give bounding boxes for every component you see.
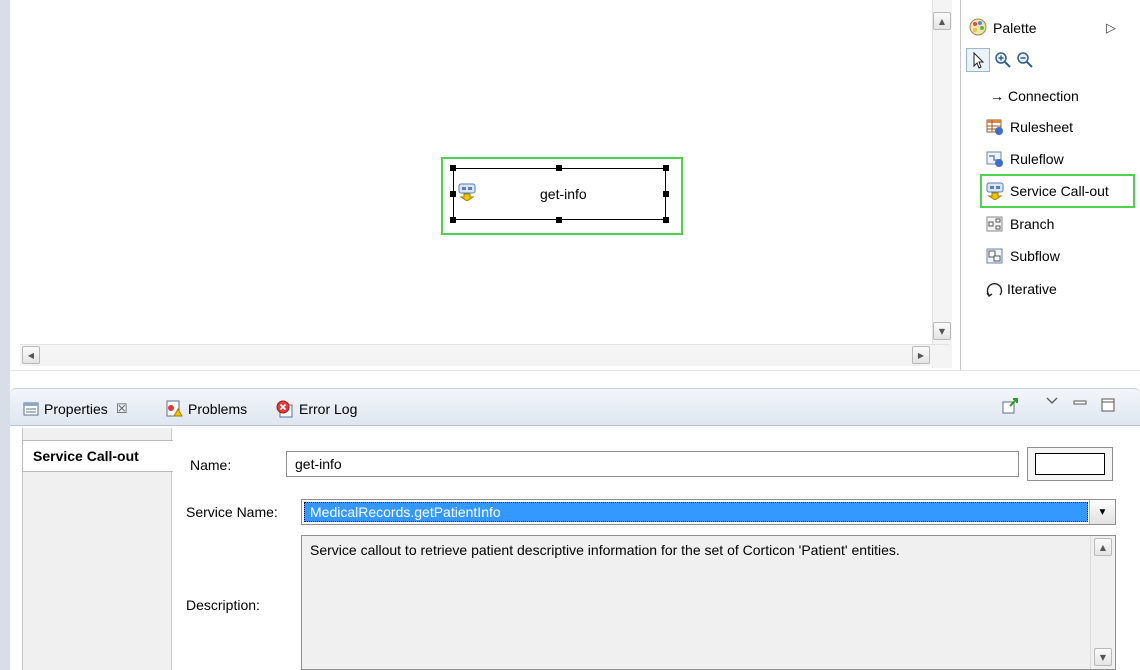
section-tab-service-callout[interactable]: Service Call-out [22,440,173,472]
minimize-icon[interactable] [1073,396,1087,410]
tab-label: Problems [188,401,248,417]
arrow-right-icon: → [990,88,1004,104]
error-log-icon [276,400,293,418]
palette-item-iterative[interactable]: Iterative [1007,277,1057,301]
iterative-icon [986,283,1003,297]
scroll-left-button[interactable]: ◀ [22,346,40,364]
palette-item-label: Connection [1008,88,1079,104]
service-callout-icon [986,182,1004,200]
resize-handle[interactable] [450,191,456,197]
problems-icon [166,400,183,417]
service-callout-icon [458,183,476,201]
properties-icon [23,402,39,416]
canvas-horizontal-scrollbar[interactable]: ◀ ▶ [20,344,950,366]
palette-item-connection[interactable]: → Connection [990,84,1079,108]
ruleflow-icon [986,151,1003,167]
description-label: Description: [186,597,260,613]
rulesheet-icon [986,119,1003,135]
view-menu-icon[interactable] [1045,394,1059,408]
palette-item-subflow[interactable]: Subflow [1010,244,1060,268]
palette-item-service-callout[interactable]: Service Call-out [1010,179,1109,203]
scroll-up-button[interactable]: ▲ [933,12,951,30]
palette-icon [969,18,987,36]
description-scrollbar[interactable]: ▲ ▼ [1090,536,1115,669]
palette-item-label: Iterative [1007,281,1057,297]
palette-title: Palette [993,20,1037,36]
tab-label: Properties [44,401,108,417]
scroll-right-button[interactable]: ▶ [912,346,930,364]
canvas-vertical-scrollbar[interactable]: ▲ ▼ [932,0,952,368]
window-border [0,0,10,670]
resize-handle[interactable] [663,191,669,197]
zoom-out-icon[interactable] [1016,51,1034,69]
palette-item-label: Rulesheet [1010,119,1074,135]
pin-view-icon[interactable] [1002,397,1020,415]
tab-properties[interactable]: Properties ☒ [23,398,127,420]
scroll-down-button[interactable]: ▼ [1094,648,1112,666]
resize-handle[interactable] [663,217,669,223]
palette-item-rulesheet[interactable]: Rulesheet [1010,115,1073,139]
palette-collapse-icon[interactable]: ▷ [1106,20,1116,36]
palette-item-label: Service Call-out [1010,183,1109,199]
subflow-icon [986,248,1003,264]
tab-label: Error Log [299,401,358,417]
scroll-down-button[interactable]: ▼ [933,322,951,340]
name-label: Name: [190,457,232,473]
tab-error-log[interactable]: Error Log [276,398,357,420]
pointer-icon [973,51,985,69]
select-tool-button[interactable] [966,48,990,72]
resize-handle[interactable] [663,165,669,171]
branch-icon [986,216,1003,232]
service-name-value: MedicalRecords.getPatientInfo [304,502,1088,522]
description-text: Service callout to retrieve patient desc… [310,542,900,558]
resize-handle[interactable] [556,217,562,223]
canvas-footer [10,370,1140,382]
tab-problems[interactable]: Problems [165,398,247,420]
resize-handle[interactable] [450,165,456,171]
close-icon[interactable]: ☒ [116,401,128,417]
palette-item-branch[interactable]: Branch [1010,212,1054,236]
node-label: get-info [540,186,587,202]
palette-item-label: Ruleflow [1010,151,1064,167]
palette-item-label: Branch [1010,216,1055,232]
resize-handle[interactable] [450,217,456,223]
maximize-icon[interactable] [1101,398,1115,412]
palette-item-label: Subflow [1010,248,1060,264]
resize-handle[interactable] [556,165,562,171]
dropdown-arrow-icon[interactable]: ▼ [1089,500,1115,524]
color-swatch [1035,453,1105,475]
scroll-up-button[interactable]: ▲ [1094,538,1112,556]
zoom-in-icon[interactable] [994,51,1012,69]
name-field[interactable] [286,451,1019,477]
service-name-label: Service Name: [186,504,278,520]
palette-item-ruleflow[interactable]: Ruleflow [1010,147,1064,171]
